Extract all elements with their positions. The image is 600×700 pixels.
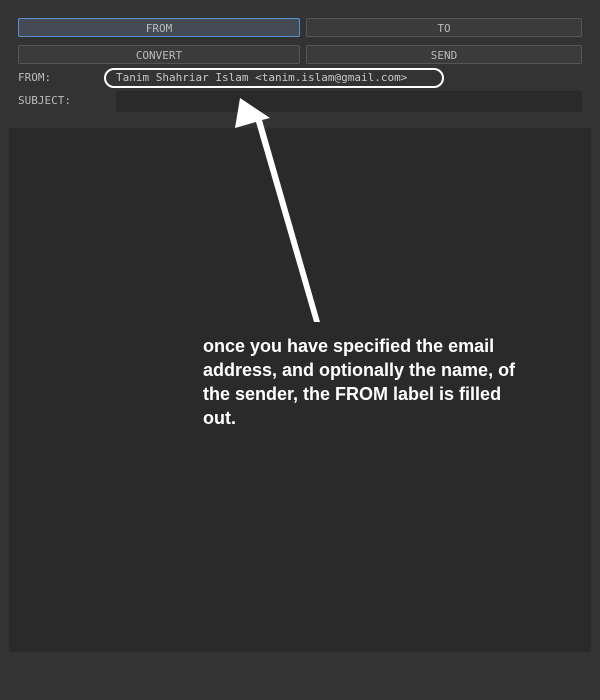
annotation-text: once you have specified the email addres… [203, 336, 516, 428]
